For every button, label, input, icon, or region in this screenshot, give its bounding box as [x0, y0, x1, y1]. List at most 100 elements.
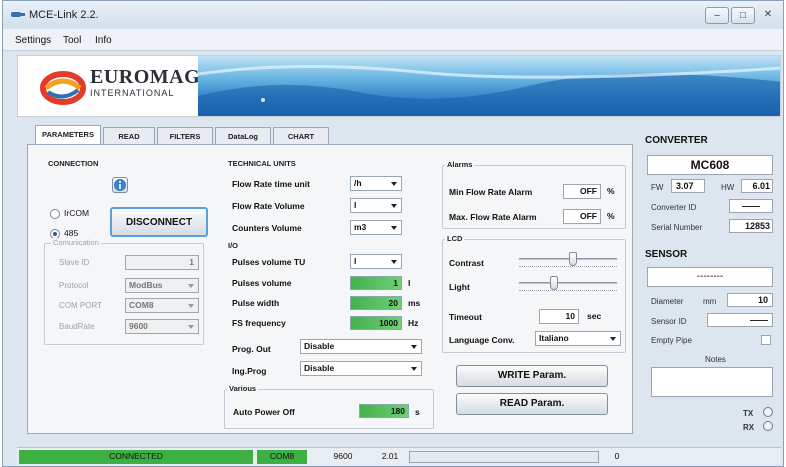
device-panel: CONVERTER MC608 FW 3.07 HW 6.01 Converte… — [641, 131, 781, 435]
min-flow-alarm-unit: % — [607, 186, 615, 196]
ing-prog-value: Disable — [304, 363, 335, 373]
pulses-volume-unit: l — [408, 278, 411, 288]
menu-tool[interactable]: Tool — [63, 35, 81, 46]
converter-title: CONVERTER — [645, 135, 708, 146]
maximize-icon: □ — [739, 10, 747, 21]
maximize-button[interactable]: □ — [731, 7, 755, 24]
tab-datalog[interactable]: DataLog — [215, 127, 271, 145]
com-port-value: COM8 — [129, 300, 154, 310]
hw-label: HW — [721, 183, 735, 192]
empty-pipe-checkbox[interactable] — [761, 335, 771, 345]
auto-power-off-unit: s — [415, 407, 420, 417]
contrast-slider[interactable] — [519, 252, 617, 272]
disconnect-button[interactable]: DISCONNECT — [110, 207, 208, 237]
menu-settings[interactable]: Settings — [15, 35, 51, 46]
slave-id-field[interactable]: 1 — [125, 255, 199, 270]
chevron-down-icon — [188, 284, 194, 288]
protocol-select[interactable]: ModBus — [125, 278, 199, 293]
notes-field[interactable] — [651, 367, 773, 397]
auto-power-off-label: Auto Power Off — [233, 407, 295, 417]
diameter-unit: mm — [703, 297, 717, 306]
info-button[interactable] — [112, 177, 128, 193]
close-icon: ✕ — [763, 9, 773, 20]
connection-status: CONNECTED — [19, 450, 253, 464]
tab-chart[interactable]: CHART — [273, 127, 329, 145]
prog-out-label: Prog. Out — [232, 344, 271, 354]
menu-info[interactable]: Info — [95, 35, 112, 46]
sensor-name: -------- — [647, 267, 773, 287]
diameter-value: 10 — [727, 293, 773, 307]
read-param-button[interactable]: READ Param. — [456, 393, 608, 415]
light-thumb[interactable] — [550, 276, 558, 290]
tx-label: TX — [743, 409, 754, 418]
flow-rate-time-select[interactable]: /h — [350, 176, 402, 191]
tab-read[interactable]: READ — [103, 127, 155, 145]
prog-out-value: Disable — [304, 341, 335, 351]
baudrate-select[interactable]: 9600 — [125, 319, 199, 334]
app-icon — [11, 12, 25, 17]
counters-volume-value: m3 — [354, 222, 367, 232]
write-param-button[interactable]: WRITE Param. — [456, 365, 608, 387]
pulses-volume-field[interactable]: 1 — [350, 276, 402, 290]
status-port: COM8 — [257, 450, 307, 464]
timeout-field[interactable]: 10 — [539, 309, 579, 324]
ircom-label: IrCOM — [64, 208, 90, 218]
min-flow-alarm-field[interactable]: OFF — [563, 184, 601, 199]
protocol-value: ModBus — [129, 280, 163, 290]
sensor-id-label: Sensor ID — [651, 317, 687, 326]
contrast-track — [519, 258, 617, 260]
com-port-label: COM PORT — [59, 301, 102, 310]
radio-ircom[interactable] — [50, 209, 60, 219]
com-port-select[interactable]: COM8 — [125, 298, 199, 313]
light-ticks — [519, 290, 617, 291]
pulses-volume-tu-value: l — [354, 256, 357, 266]
brand-sub: INTERNATIONAL — [90, 88, 175, 98]
status-bar: CONNECTED COM8 9600 2.01 0 — [17, 447, 781, 465]
status-progress-value: 0 — [614, 451, 620, 461]
minimize-button[interactable]: – — [705, 7, 729, 24]
rx-label: RX — [743, 423, 755, 432]
language-value: Italiano — [539, 333, 569, 343]
lcd-group: LCD Contrast Light Timeout 10 sec Langua… — [442, 234, 626, 353]
tab-filters[interactable]: FILTERS — [157, 127, 213, 145]
hw-value: 6.01 — [741, 179, 773, 193]
counters-volume-label: Counters Volume — [232, 223, 302, 233]
chevron-down-icon — [391, 260, 397, 264]
communication-title: Comunication — [51, 238, 101, 247]
contrast-thumb[interactable] — [569, 252, 577, 266]
fw-label: FW — [651, 183, 664, 192]
close-button[interactable]: ✕ — [757, 7, 779, 24]
chevron-down-icon — [391, 204, 397, 208]
sensor-title: SENSOR — [645, 249, 688, 260]
pulses-volume-tu-select[interactable]: l — [350, 254, 402, 269]
converter-id-label: Converter ID — [651, 203, 697, 212]
flow-rate-time-label: Flow Rate time unit — [232, 179, 310, 189]
fs-frequency-field[interactable]: 1000 — [350, 316, 402, 330]
counters-volume-select[interactable]: m3 — [350, 220, 402, 235]
timeout-label: Timeout — [449, 312, 482, 322]
max-flow-alarm-field[interactable]: OFF — [563, 209, 601, 224]
tab-parameters[interactable]: PARAMETERS — [35, 125, 101, 145]
contrast-label: Contrast — [449, 258, 484, 268]
light-slider[interactable] — [519, 276, 617, 296]
fw-value: 3.07 — [671, 179, 705, 193]
pulses-volume-label: Pulses volume — [232, 278, 292, 288]
prog-out-select[interactable]: Disable — [300, 339, 422, 354]
banner: EUROMAG INTERNATIONAL — [17, 55, 781, 117]
light-label: Light — [449, 282, 470, 292]
app-window: MCE-Link 2.2. – □ ✕ Settings Tool Info E… — [2, 0, 784, 467]
status-progress-bar — [409, 451, 599, 463]
diameter-label: Diameter — [651, 297, 684, 306]
auto-power-off-field[interactable]: 180 — [359, 404, 409, 418]
language-select[interactable]: Italiano — [535, 331, 621, 346]
ing-prog-select[interactable]: Disable — [300, 361, 422, 376]
minimize-icon: – — [714, 10, 720, 21]
flow-rate-time-value: /h — [354, 178, 362, 188]
sensor-id-value: —— — [707, 313, 773, 327]
brand-name: EUROMAG — [90, 66, 201, 88]
flow-rate-volume-select[interactable]: l — [350, 198, 402, 213]
connection-title: CONNECTION — [46, 159, 101, 168]
communication-group: Comunication Slave ID 1 Protocol ModBus … — [44, 238, 204, 345]
pulse-width-field[interactable]: 20 — [350, 296, 402, 310]
chevron-down-icon — [391, 226, 397, 230]
